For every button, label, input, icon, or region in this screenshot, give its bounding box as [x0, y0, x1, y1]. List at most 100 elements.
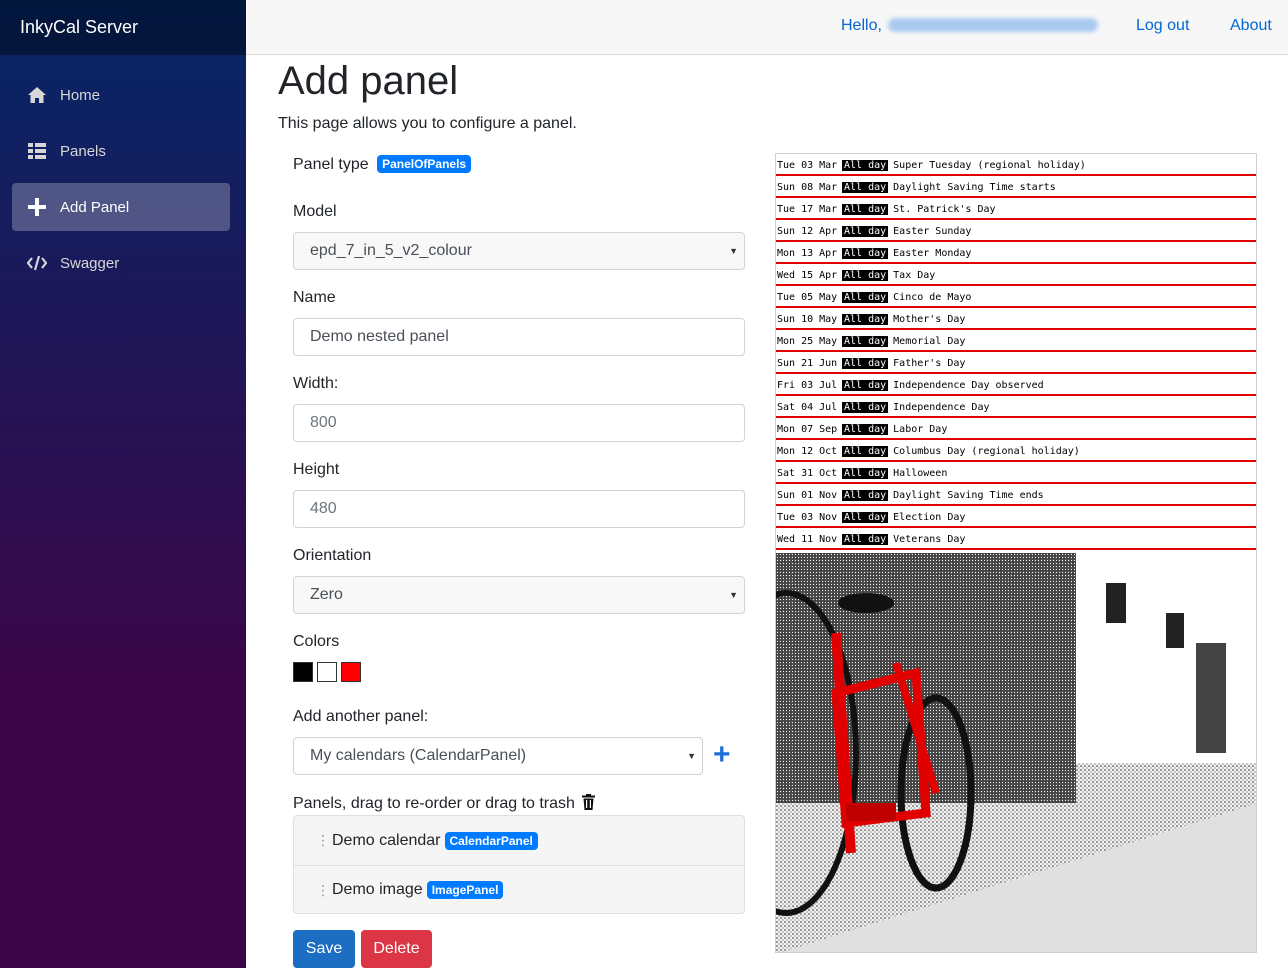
panels-list: ⋮ Demo calendar CalendarPanel ⋮ Demo ima… — [293, 815, 745, 914]
all-day-badge: All day — [842, 248, 889, 259]
colors-label: Colors — [293, 633, 340, 650]
all-day-badge: All day — [842, 490, 889, 501]
event-title: Daylight Saving Time ends — [893, 490, 1044, 501]
sidebar-item-label: Add Panel — [60, 198, 130, 216]
sidebar-item-home[interactable]: Home — [12, 71, 230, 119]
event-date: Tue 17 Mar — [777, 204, 838, 215]
drag-handle-icon[interactable]: ⋮ — [316, 882, 330, 899]
sidebar-item-label: Home — [60, 86, 101, 104]
event-title: Super Tuesday (regional holiday) — [893, 160, 1086, 171]
event-title: Easter Sunday — [893, 226, 972, 237]
sidebar: InkyCal Server Home Panels Add Panel Swa… — [0, 0, 246, 968]
all-day-badge: All day — [842, 446, 889, 457]
event-date: Wed 15 Apr — [777, 270, 838, 281]
color-swatch-white[interactable] — [317, 662, 337, 682]
event-title: Memorial Day — [893, 336, 966, 347]
calendar-event-row: Tue 03 Mar All day Super Tuesday (regional… — [776, 154, 1256, 176]
plus-icon — [26, 197, 48, 217]
app-brand[interactable]: InkyCal Server — [0, 0, 246, 55]
drag-handle-icon[interactable]: ⋮ — [316, 832, 330, 849]
sidebar-item-panels[interactable]: Panels — [12, 127, 230, 175]
width-input[interactable]: 800 — [293, 404, 745, 442]
event-date: Mon 12 Oct — [777, 446, 838, 457]
sidebar-item-swagger[interactable]: Swagger — [12, 239, 230, 287]
name-input[interactable]: Demo nested panel — [293, 318, 745, 356]
chevron-down-icon: ▼ — [729, 246, 738, 256]
calendar-event-row: Mon 25 May All day Memorial Day — [776, 330, 1256, 352]
all-day-badge: All day — [842, 468, 889, 479]
model-select[interactable]: epd_7_in_5_v2_colour ▼ — [293, 232, 745, 270]
event-title: Independence Day — [893, 402, 990, 413]
orientation-label: Orientation — [293, 547, 372, 564]
user-email-redacted — [887, 18, 1098, 32]
panel-type-badge: ImagePanel — [426, 881, 504, 899]
width-label: Width: — [293, 375, 339, 392]
sidebar-item-add-panel[interactable]: Add Panel — [12, 183, 230, 231]
calendar-event-row: Sun 10 May All day Mother's Day — [776, 308, 1256, 330]
all-day-badge: All day — [842, 534, 889, 545]
calendar-event-row: Sat 04 Jul All day Independence Day — [776, 396, 1256, 418]
bicycle-photo — [776, 553, 1256, 952]
panel-type-text: Panel type — [293, 156, 369, 173]
height-input[interactable]: 480 — [293, 490, 745, 528]
page-description: This page allows you to configure a pane… — [278, 115, 577, 132]
home-icon — [26, 85, 48, 105]
calendar-event-row: Mon 12 Oct All day Columbus Day (regional … — [776, 440, 1256, 462]
event-date: Tue 03 Mar — [777, 160, 838, 171]
greeting: Hello, — [841, 17, 1098, 35]
panels-label-text: Panels, drag to re-order or drag to tras… — [293, 795, 575, 812]
all-day-badge: All day — [842, 402, 889, 413]
sidebar-item-label: Panels — [60, 142, 106, 160]
event-date: Sun 12 Apr — [777, 226, 838, 237]
event-title: Halloween — [893, 468, 948, 479]
trash-icon[interactable] — [582, 794, 596, 815]
event-title: Veterans Day — [893, 534, 966, 545]
calendar-event-row: Sun 01 Nov All day Daylight Saving Time en… — [776, 484, 1256, 506]
calendar-events: Tue 03 Mar All day Super Tuesday (regional… — [776, 154, 1256, 550]
color-swatch-black[interactable] — [293, 662, 313, 682]
event-date: Tue 05 May — [777, 292, 838, 303]
add-panel-select[interactable]: My calendars (CalendarPanel) ▼ — [293, 737, 703, 775]
model-label: Model — [293, 203, 337, 220]
event-date: Fri 03 Jul — [777, 380, 838, 391]
panel-type-badge: CalendarPanel — [444, 831, 538, 850]
panels-label: Panels, drag to re-order or drag to tras… — [293, 794, 596, 815]
event-title: Tax Day — [893, 270, 936, 281]
all-day-badge: All day — [842, 292, 889, 303]
panel-type-label: Panel type PanelOfPanels — [293, 155, 472, 174]
calendar-event-row: Tue 17 Mar All day St. Patrick's Day — [776, 198, 1256, 220]
all-day-badge: All day — [842, 358, 889, 369]
logout-link[interactable]: Log out — [1136, 17, 1189, 35]
panel-name: Demo calendar — [332, 831, 441, 849]
calendar-event-row: Sun 08 Mar All day Daylight Saving Time st… — [776, 176, 1256, 198]
event-title: Cinco de Mayo — [893, 292, 972, 303]
event-date: Tue 03 Nov — [777, 512, 838, 523]
about-link[interactable]: About — [1230, 17, 1272, 35]
event-title: Labor Day — [893, 424, 948, 435]
chevron-down-icon: ▼ — [729, 590, 738, 600]
calendar-event-row: Mon 13 Apr All day Easter Monday — [776, 242, 1256, 264]
event-date: Sun 21 Jun — [777, 358, 838, 369]
all-day-badge: All day — [842, 182, 889, 193]
color-swatch-red[interactable] — [341, 662, 361, 682]
page-title: Add panel — [278, 59, 459, 103]
calendar-event-row: Tue 03 Nov All day Election Day — [776, 506, 1256, 528]
event-title: Father's Day — [893, 358, 966, 369]
event-title: Daylight Saving Time starts — [893, 182, 1056, 193]
calendar-event-row: Sat 31 Oct All day Halloween — [776, 462, 1256, 484]
greeting-text: Hello, — [841, 17, 882, 34]
orientation-select[interactable]: Zero ▼ — [293, 576, 745, 614]
calendar-event-row: Mon 07 Sep All day Labor Day — [776, 418, 1256, 440]
all-day-badge: All day — [842, 424, 889, 435]
list-item[interactable]: ⋮ Demo image ImagePanel — [294, 865, 744, 914]
all-day-badge: All day — [842, 314, 889, 325]
event-title: St. Patrick's Day — [893, 204, 996, 215]
list-item[interactable]: ⋮ Demo calendar CalendarPanel — [294, 816, 744, 865]
all-day-badge: All day — [842, 336, 889, 347]
calendar-event-row: Fri 03 Jul All day Independence Day observ… — [776, 374, 1256, 396]
event-date: Wed 11 Nov — [777, 534, 838, 545]
save-button[interactable]: Save — [293, 930, 355, 968]
add-panel-label: Add another panel: — [293, 708, 429, 725]
delete-button[interactable]: Delete — [361, 930, 432, 968]
add-panel-button[interactable]: + — [713, 740, 731, 770]
